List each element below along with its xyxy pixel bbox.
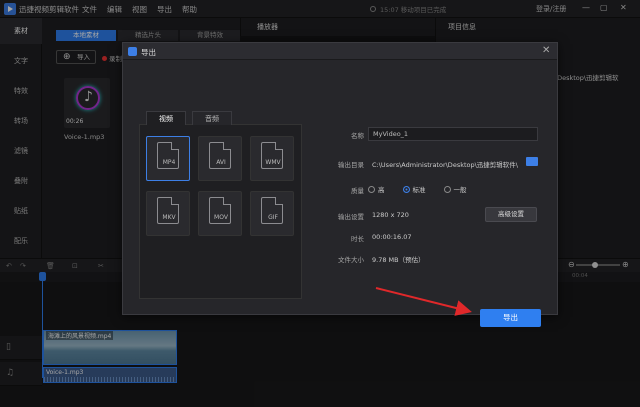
annotation-arrow-icon [375,287,472,316]
